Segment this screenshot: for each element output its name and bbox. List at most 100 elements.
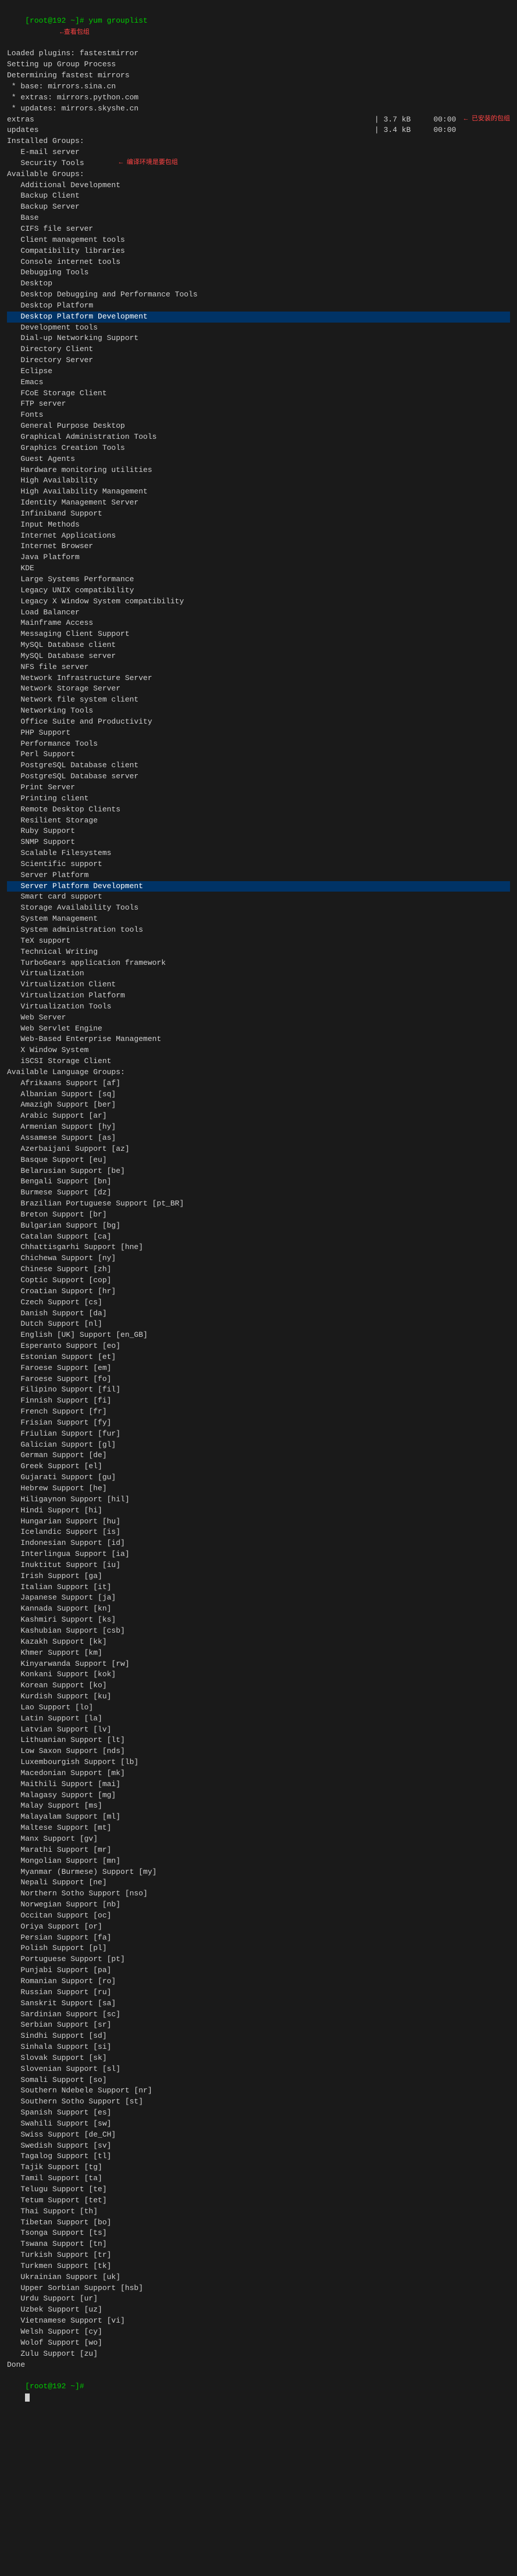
avail-graphical-admin: Graphical Administration Tools <box>7 432 510 443</box>
lang-chichewa: Chichewa Support [ny] <box>7 1253 510 1264</box>
lang-norwegian: Norwegian Support [nb] <box>7 1899 510 1910</box>
lang-burmese: Burmese Support [dz] <box>7 1187 510 1198</box>
avail-desktop-platform-dev: Desktop Platform Development <box>7 312 510 323</box>
avail-x-window: X Window System <box>7 1045 510 1056</box>
installed-email: E-mail server <box>7 147 510 158</box>
lang-brazil-pt: Brazilian Portuguese Support [pt_BR] <box>7 1198 510 1210</box>
lang-luxembourgish: Luxembourgish Support [lb] <box>7 1757 510 1768</box>
lang-galician: Galician Support [gl] <box>7 1440 510 1451</box>
avail-mysql-server: MySQL Database server <box>7 651 510 662</box>
lang-turkmen: Turkmen Support [tk] <box>7 2261 510 2272</box>
lang-breton: Breton Support [br] <box>7 1210 510 1221</box>
lang-sanskrit: Sanskrit Support [sa] <box>7 1998 510 2009</box>
lang-belarusian: Belarusian Support [be] <box>7 1166 510 1177</box>
avail-virtualization: Virtualization <box>7 968 510 979</box>
lang-urdu: Urdu Support [ur] <box>7 2294 510 2305</box>
lang-croatian: Croatian Support [hr] <box>7 1286 510 1297</box>
lang-turkish: Turkish Support [tr] <box>7 2250 510 2261</box>
lang-english-uk: English [UK] Support [en_GB] <box>7 1330 510 1341</box>
lang-indonesian: Indonesian Support [id] <box>7 1538 510 1549</box>
avail-kde: KDE <box>7 563 510 574</box>
lang-armenian: Armenian Support [hy] <box>7 1122 510 1133</box>
lang-latvian: Latvian Support [lv] <box>7 1725 510 1736</box>
lang-hungarian: Hungarian Support [hu] <box>7 1516 510 1527</box>
avail-sys-mgmt: System Management <box>7 914 510 925</box>
lang-ukrainian: Ukrainian Support [uk] <box>7 2272 510 2283</box>
lang-basque: Basque Support [eu] <box>7 1155 510 1166</box>
avail-virt-tools: Virtualization Tools <box>7 1001 510 1012</box>
lang-manx: Manx Support [gv] <box>7 1834 510 1845</box>
lang-faroese-em: Faroese Support [em] <box>7 1363 510 1374</box>
lang-upper-sorbian: Upper Sorbian Support [hsb] <box>7 2283 510 2294</box>
security-tools-line: Security Tools ← 编译环境是要包组 <box>7 158 510 169</box>
lang-portuguese: Portuguese Support [pt] <box>7 1954 510 1965</box>
lang-slovenian: Slovenian Support [sl] <box>7 2064 510 2075</box>
lang-german: German Support [de] <box>7 1450 510 1461</box>
lang-low-saxon: Low Saxon Support [nds] <box>7 1746 510 1757</box>
avail-scientific: Scientific support <box>7 859 510 870</box>
lang-maithili: Maithili Support [mai] <box>7 1779 510 1790</box>
avail-eclipse: Eclipse <box>7 366 510 377</box>
lang-kannada: Kannada Support [kn] <box>7 1604 510 1615</box>
avail-scalable-fs: Scalable Filesystems <box>7 848 510 859</box>
lang-swedish: Swedish Support [sv] <box>7 2141 510 2152</box>
lang-persian: Persian Support [fa] <box>7 1933 510 1944</box>
lang-punjabi: Punjabi Support [pa] <box>7 1965 510 1976</box>
lang-romanian: Romanian Support [ro] <box>7 1976 510 1987</box>
avail-high-avail: High Availability <box>7 475 510 486</box>
lang-inuktitut: Inuktitut Support [iu] <box>7 1560 510 1571</box>
lang-bulgarian: Bulgarian Support [bg] <box>7 1221 510 1232</box>
lang-kurdish: Kurdish Support [ku] <box>7 1691 510 1702</box>
avail-tech-writing: Technical Writing <box>7 947 510 958</box>
installed-groups-header: Installed Groups: <box>7 136 510 147</box>
avail-client-mgmt: Client management tools <box>7 235 510 246</box>
loaded-plugins: Loaded plugins: fastestmirror <box>7 48 510 59</box>
lang-malagasy: Malagasy Support [mg] <box>7 1790 510 1801</box>
lang-icelandic: Icelandic Support [is] <box>7 1527 510 1538</box>
avail-network-infra: Network Infrastructure Server <box>7 673 510 684</box>
avail-mysql-client: MySQL Database client <box>7 640 510 651</box>
lang-spanish: Spanish Support [es] <box>7 2108 510 2119</box>
avail-nfs: NFS file server <box>7 662 510 673</box>
avail-desktop-platform: Desktop Platform <box>7 300 510 312</box>
avail-pgsql-client: PostgreSQL Database client <box>7 760 510 771</box>
avail-legacy-x: Legacy X Window System compatibility <box>7 596 510 607</box>
avail-debug-tools: Debugging Tools <box>7 267 510 278</box>
avail-large-sys: Large Systems Performance <box>7 574 510 585</box>
lang-latin: Latin Support [la] <box>7 1713 510 1725</box>
lang-finnish: Finnish Support [fi] <box>7 1396 510 1407</box>
lang-greek: Greek Support [el] <box>7 1461 510 1472</box>
avail-fcoe: FCoE Storage Client <box>7 388 510 399</box>
avail-server-platform-dev: Server Platform Development <box>7 881 510 892</box>
avail-infiniband: Infiniband Support <box>7 509 510 520</box>
avail-server-platform: Server Platform <box>7 870 510 881</box>
lang-somali: Somali Support [so] <box>7 2075 510 2086</box>
lang-azerbaijani: Azerbaijani Support [az] <box>7 1144 510 1155</box>
avail-network-storage: Network Storage Server <box>7 684 510 695</box>
lang-tetum: Tetum Support [tet] <box>7 2195 510 2206</box>
lang-thai: Thai Support [th] <box>7 2206 510 2217</box>
prompt-end: [root@192 ~]# <box>7 2370 510 2414</box>
extras-line: extras | 3.7 kB 00:00 ← 已安装的包组 <box>7 115 510 126</box>
lang-tsonga: Tsonga Support [ts] <box>7 2228 510 2239</box>
avail-high-avail-mgmt: High Availability Management <box>7 486 510 498</box>
avail-internet-apps: Internet Applications <box>7 531 510 542</box>
lang-marathi: Marathi Support [mr] <box>7 1845 510 1856</box>
avail-java: Java Platform <box>7 552 510 563</box>
avail-additional-dev: Additional Development <box>7 180 510 191</box>
done-line: Done <box>7 2360 510 2371</box>
avail-guest-agents: Guest Agents <box>7 454 510 465</box>
updates-line: updates | 3.4 kB 00:00 <box>7 125 510 136</box>
lang-korean: Korean Support [ko] <box>7 1680 510 1691</box>
lang-mongolian: Mongolian Support [mn] <box>7 1856 510 1867</box>
avail-smartcard: Smart card support <box>7 892 510 903</box>
avail-tex: TeX support <box>7 936 510 947</box>
mirror-python: * extras: mirrors.python.com <box>7 92 510 103</box>
avail-storage-avail: Storage Availability Tools <box>7 903 510 914</box>
avail-desktop-debug: Desktop Debugging and Performance Tools <box>7 289 510 300</box>
lang-filipino: Filipino Support [fil] <box>7 1384 510 1396</box>
avail-perl: Perl Support <box>7 749 510 760</box>
prompt-symbol-end: [root@192 ~]# <box>25 2382 84 2391</box>
lang-assamese: Assamese Support [as] <box>7 1133 510 1144</box>
avail-input-methods: Input Methods <box>7 520 510 531</box>
